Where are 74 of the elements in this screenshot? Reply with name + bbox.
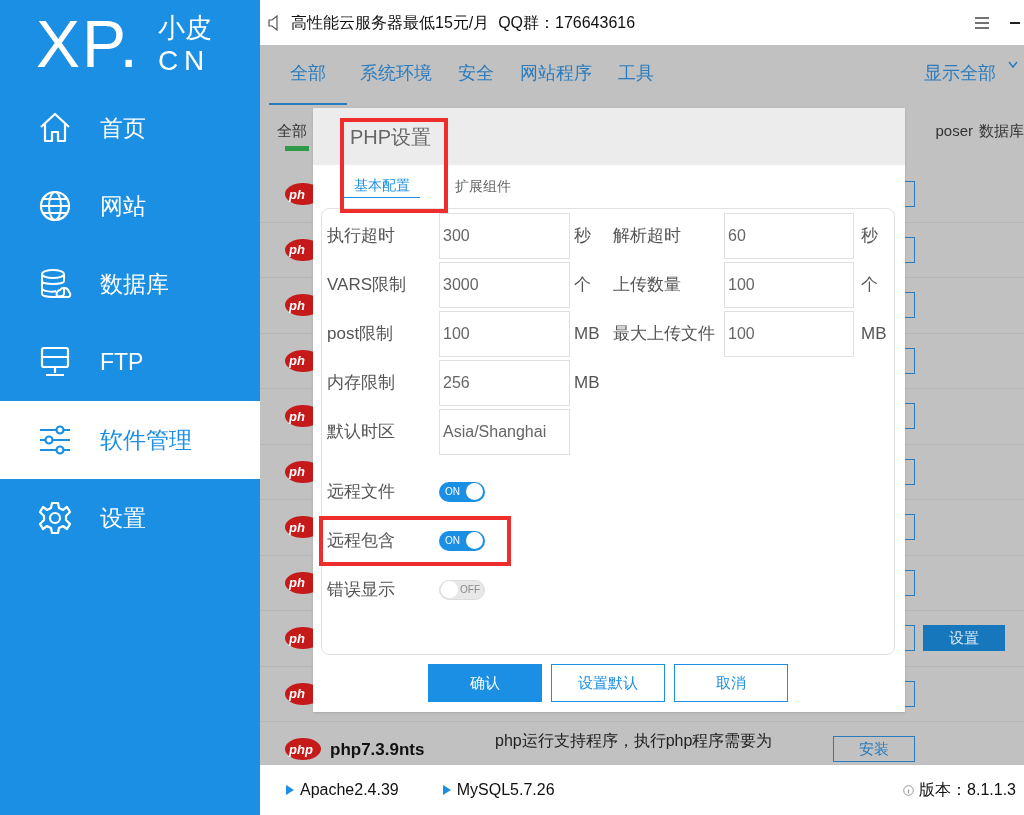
software-name: php7.3.9nts: [329, 738, 426, 761]
sub-tab[interactable]: poser: [935, 120, 973, 143]
dialog-button[interactable]: 确认: [428, 664, 542, 702]
action-button[interactable]: 安装: [833, 736, 915, 763]
logo-name: 小皮: [157, 12, 212, 44]
service-status[interactable]: MySQL5.7.26: [456, 778, 555, 802]
tab[interactable]: 全部: [269, 60, 347, 105]
field-label: post限制: [327, 323, 395, 346]
menu-icon: [974, 15, 990, 30]
sidebar-item[interactable]: 首页: [0, 89, 260, 167]
unit-label: 秒: [860, 225, 879, 248]
input-field[interactable]: 256: [439, 360, 570, 406]
sidebar-item[interactable]: FTP: [0, 323, 260, 401]
version-text: 版本：8.1.1.3: [919, 780, 1016, 800]
unit-label: MB: [860, 323, 888, 346]
php-logo-badge: php: [285, 738, 321, 761]
unit-label: 个: [573, 274, 592, 297]
switch-label: 错误显示: [327, 578, 396, 601]
sub-tab[interactable]: 数据库: [979, 120, 1024, 143]
info-icon: [903, 784, 915, 796]
input-field[interactable]: 3000: [439, 262, 570, 308]
home-icon: [38, 111, 72, 145]
dialog-tab[interactable]: 基本配置: [344, 175, 420, 198]
sidebar-item[interactable]: 设置: [0, 479, 260, 557]
minimize-icon: [1010, 21, 1020, 24]
input-field[interactable]: 100: [724, 311, 854, 357]
unit-label: MB: [573, 323, 601, 346]
input-field[interactable]: 100: [724, 262, 854, 308]
database-icon: [38, 267, 72, 301]
play-icon: [286, 785, 294, 795]
tab[interactable]: 安全: [445, 60, 507, 105]
dialog-title: PHP设置: [350, 124, 432, 150]
caret-icon: [1008, 61, 1018, 69]
toggle-switch[interactable]: ON: [439, 530, 485, 551]
field-label: 上传数量: [613, 274, 682, 297]
description-text: php运行支持程序，执行php程序需要为: [495, 731, 774, 751]
service-status[interactable]: Apache2.4.39: [300, 778, 399, 802]
field-label: VARS限制: [327, 274, 408, 297]
action-button[interactable]: 设置: [923, 625, 1005, 652]
logo-domain: CN: [157, 44, 212, 78]
switch-label: 远程文件: [327, 480, 396, 503]
tab[interactable]: 网站程序: [507, 60, 605, 105]
logo-mark: XP.: [36, 6, 140, 82]
sidebar-item[interactable]: 网站: [0, 167, 260, 245]
field-label: 最大上传文件: [613, 323, 716, 346]
sliders-icon: [38, 423, 72, 457]
input-field[interactable]: 100: [439, 311, 570, 357]
switch-label: 远程包含: [327, 529, 396, 552]
globe-icon: [38, 189, 72, 223]
sidebar-item[interactable]: 数据库: [0, 245, 260, 323]
sub-tab[interactable]: 全部: [277, 120, 309, 151]
field-label: 默认时区: [327, 421, 396, 444]
tab[interactable]: 系统环境: [347, 60, 445, 105]
field-label: 解析超时: [613, 225, 682, 248]
input-field[interactable]: 300: [439, 213, 570, 259]
input-field[interactable]: 60: [724, 213, 854, 259]
field-label: 执行超时: [327, 225, 396, 248]
field-label: 内存限制: [327, 372, 396, 395]
settings-icon: [38, 501, 72, 535]
dialog-tab[interactable]: 扩展组件: [445, 175, 521, 198]
sidebar-item[interactable]: 软件管理: [0, 401, 260, 479]
toggle-switch[interactable]: ON: [439, 481, 485, 502]
tab[interactable]: 工具: [605, 60, 667, 105]
notice-text: 高性能云服务器最低15元/月 QQ群：176643616: [291, 12, 636, 33]
monitor-icon: [38, 345, 72, 379]
dialog-button[interactable]: 设置默认: [551, 664, 665, 702]
unit-label: 个: [860, 274, 879, 297]
show-all-link[interactable]: 显示全部: [924, 60, 996, 105]
dialog-button[interactable]: 取消: [674, 664, 788, 702]
play-icon: [442, 785, 451, 795]
input-field[interactable]: Asia/Shanghai: [439, 409, 570, 455]
toggle-switch[interactable]: OFF: [439, 579, 485, 600]
unit-label: MB: [573, 372, 601, 395]
unit-label: 秒: [573, 225, 592, 248]
